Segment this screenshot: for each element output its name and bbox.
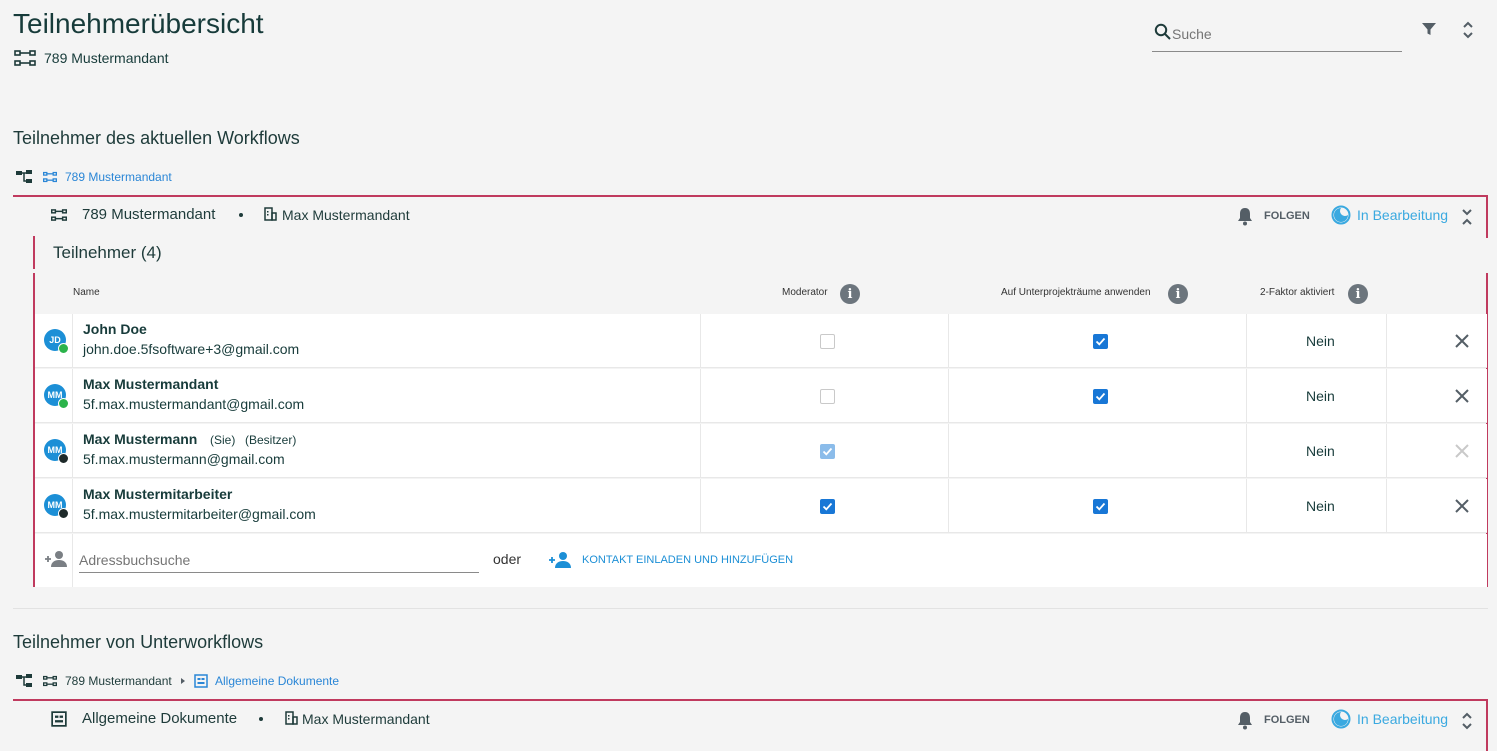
participants-header-bg: [33, 236, 1487, 269]
separator-dot: [239, 213, 243, 217]
search-input[interactable]: [1172, 24, 1397, 44]
or-label: oder: [493, 551, 522, 567]
column-twofactor: 2-Faktor aktiviert: [1260, 287, 1335, 298]
building-icon: [263, 207, 277, 221]
participant-email: 5f.max.mustermann@gmail.com: [83, 451, 285, 467]
separator-dot: [259, 717, 263, 721]
section-title-sub: Teilnehmer von Unterworkflows: [13, 632, 264, 652]
participant-email: 5f.max.mustermitarbeiter@gmail.com: [83, 506, 316, 522]
breadcrumb-link[interactable]: Allgemeine Dokumente: [215, 674, 339, 688]
twofactor-value: Nein: [1306, 388, 1335, 404]
hierarchy-icon[interactable]: [16, 170, 32, 184]
remove-icon[interactable]: [1455, 389, 1469, 403]
workflow-owner: Max Mustermandant: [302, 711, 430, 727]
remove-icon[interactable]: [1455, 334, 1469, 348]
workflow-icon: [51, 208, 67, 222]
twofactor-value: Nein: [1306, 443, 1335, 459]
collapse-icon[interactable]: [1461, 207, 1473, 227]
participant-name: Max Mustermandant: [83, 376, 219, 392]
info-icon[interactable]: i: [1348, 284, 1368, 304]
check-badge-icon: [58, 398, 69, 409]
twofactor-value: Nein: [1306, 333, 1335, 349]
breadcrumb-item[interactable]: 789 Mustermandant: [65, 674, 172, 688]
moderator-checkbox[interactable]: [820, 389, 835, 404]
expand-icon[interactable]: [1461, 710, 1473, 732]
tag-owner: (Besitzer): [245, 433, 297, 447]
participant-name: John Doe: [83, 321, 147, 337]
bell-icon[interactable]: [1236, 206, 1254, 226]
workflow-icon: [43, 675, 57, 687]
invite-contact-button[interactable]: KONTAKT EINLADEN UND HINZUFÜGEN: [582, 554, 793, 566]
participant-email: 5f.max.mustermandant@gmail.com: [83, 396, 305, 412]
participant-email: john.doe.5fsoftware+3@gmail.com: [83, 341, 300, 357]
workflow-icon: [14, 49, 36, 67]
moderator-checkbox[interactable]: [820, 334, 835, 349]
add-contact-icon[interactable]: [548, 551, 572, 569]
participant-name: Max Mustermitarbeiter: [83, 486, 233, 502]
column-moderator: Moderator: [782, 287, 828, 298]
status-icon: [1331, 709, 1351, 729]
bell-icon[interactable]: [1236, 710, 1254, 730]
document-folder-icon: [51, 711, 67, 727]
apply-sub-checkbox[interactable]: [1093, 334, 1108, 349]
remove-icon: [1455, 444, 1469, 458]
status-label[interactable]: In Bearbeitung: [1357, 711, 1448, 727]
check-badge-icon: [58, 453, 69, 464]
column-apply-sub: Auf Unterprojekträume anwenden: [1001, 287, 1151, 298]
sort-icon[interactable]: [1461, 19, 1475, 41]
workflow-title: Allgemeine Dokumente: [82, 710, 238, 727]
follow-button[interactable]: FOLGEN: [1264, 714, 1310, 726]
section-title-current: Teilnehmer des aktuellen Workflows: [13, 128, 300, 148]
document-folder-icon: [194, 674, 208, 688]
column-name: Name: [73, 287, 100, 298]
hierarchy-icon[interactable]: [16, 674, 32, 688]
participant-name: Max Mustermann: [83, 431, 198, 447]
status-icon: [1331, 205, 1351, 225]
apply-sub-checkbox[interactable]: [1093, 499, 1108, 514]
breadcrumb-link[interactable]: 789 Mustermandant: [65, 170, 172, 184]
building-icon: [284, 711, 298, 725]
participants-heading: Teilnehmer (4): [53, 243, 162, 262]
remove-icon[interactable]: [1455, 499, 1469, 513]
info-icon[interactable]: i: [840, 284, 860, 304]
search-icon: [1154, 23, 1172, 41]
address-book-search[interactable]: [79, 547, 479, 573]
moderator-checkbox: [820, 444, 835, 459]
moderator-checkbox[interactable]: [820, 499, 835, 514]
section-divider: [13, 608, 1488, 609]
search-field[interactable]: [1152, 20, 1402, 52]
breadcrumb-arrow-icon: [180, 677, 186, 685]
tag-self: (Sie): [210, 433, 236, 447]
info-icon[interactable]: i: [1168, 284, 1188, 304]
follow-button[interactable]: FOLGEN: [1264, 210, 1310, 222]
tenant-label: 789 Mustermandant: [44, 50, 169, 66]
workflow-owner: Max Mustermandant: [282, 207, 410, 223]
filter-icon[interactable]: [1420, 20, 1438, 38]
page-title: Teilnehmerübersicht: [13, 8, 264, 39]
twofactor-value: Nein: [1306, 498, 1335, 514]
workflow-icon: [43, 171, 57, 183]
workflow-title: 789 Mustermandant: [82, 206, 216, 223]
check-badge-icon: [58, 508, 69, 519]
apply-sub-checkbox[interactable]: [1093, 389, 1108, 404]
check-badge-icon: [58, 343, 69, 354]
add-person-icon: [45, 550, 67, 568]
status-label[interactable]: In Bearbeitung: [1357, 207, 1448, 223]
